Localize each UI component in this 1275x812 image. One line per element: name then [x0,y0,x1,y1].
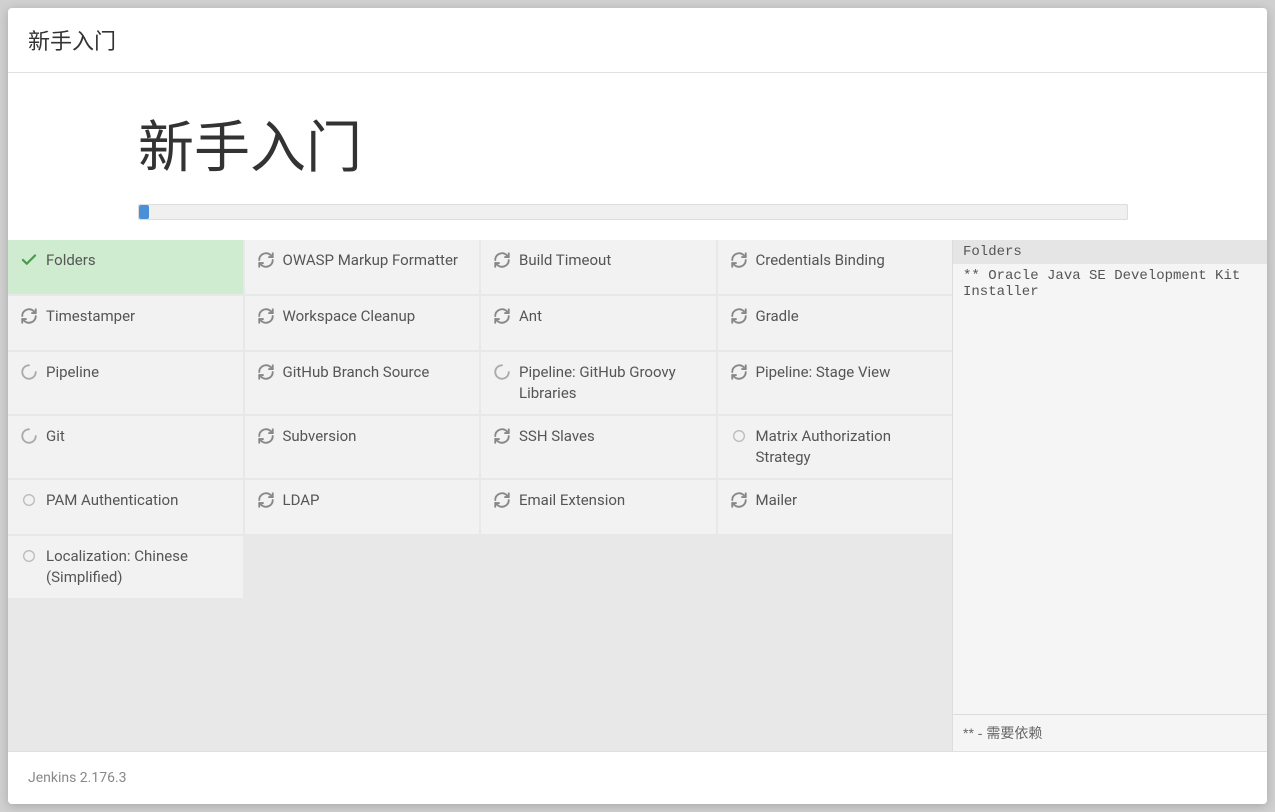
plugin-cell: LDAP [245,480,480,534]
refresh-icon [730,307,748,325]
plugin-cell: PAM Authentication [8,480,243,534]
plugin-cell: Email Extension [481,480,716,534]
install-log-panel: Folders ** Oracle Java SE Development Ki… [952,240,1267,751]
plugin-label: Git [46,426,65,447]
plugin-cell: Pipeline: Stage View [718,352,953,414]
refresh-icon [493,251,511,269]
loading-icon [493,363,511,381]
modal-footer: Jenkins 2.176.3 [8,751,1267,804]
refresh-icon [257,251,275,269]
plugin-cell: GitHub Branch Source [245,352,480,414]
plugin-label: Credentials Binding [756,250,885,271]
progress-section [8,194,1267,240]
main-grid-area: Folders OWASP Markup Formatter Build Timeo… [8,240,1267,751]
plugin-label: Gradle [756,306,799,327]
loading-icon [20,427,38,445]
plugin-cell: SSH Slaves [481,416,716,478]
plugin-label: Build Timeout [519,250,611,271]
progress-fill [139,205,149,219]
modal-title: 新手入门 [28,30,116,55]
refresh-icon [257,307,275,325]
refresh-icon [730,251,748,269]
page-title: 新手入门 [138,103,1267,184]
plugin-cell: Pipeline [8,352,243,414]
loading-icon [20,363,38,381]
plugin-label: Pipeline [46,362,99,383]
refresh-icon [493,307,511,325]
pending-icon [20,491,38,509]
plugin-cell: Gradle [718,296,953,350]
plugin-cell: Subversion [245,416,480,478]
plugin-cell: Git [8,416,243,478]
plugin-label: GitHub Branch Source [283,362,430,383]
install-log: Folders ** Oracle Java SE Development Ki… [953,240,1267,714]
plugin-label: Timestamper [46,306,135,327]
version-label: Jenkins 2.176.3 [28,770,127,786]
refresh-icon [257,491,275,509]
refresh-icon [20,307,38,325]
modal-header: 新手入门 [8,8,1267,73]
plugin-label: Email Extension [519,490,625,511]
refresh-icon [493,491,511,509]
plugin-label: Folders [46,250,96,271]
plugin-label: Pipeline: Stage View [756,362,891,383]
plugin-cell: OWASP Markup Formatter [245,240,480,294]
plugin-label: Pipeline: GitHub Groovy Libraries [519,362,704,404]
check-icon [20,251,38,269]
plugin-cell: Timestamper [8,296,243,350]
plugin-cell: Localization: Chinese (Simplified) [8,536,243,598]
refresh-icon [730,363,748,381]
plugin-cell: Ant [481,296,716,350]
plugin-cell: Folders [8,240,243,294]
plugin-label: OWASP Markup Formatter [283,250,458,271]
plugin-cell: Mailer [718,480,953,534]
plugin-cell: Credentials Binding [718,240,953,294]
refresh-icon [257,427,275,445]
plugin-label: PAM Authentication [46,490,178,511]
plugin-label: Matrix Authorization Strategy [756,426,941,468]
plugin-cell: Matrix Authorization Strategy [718,416,953,478]
plugin-label: Localization: Chinese (Simplified) [46,546,231,588]
plugin-label: Subversion [283,426,357,447]
pending-icon [730,427,748,445]
plugin-label: Ant [519,306,542,327]
content-area: 新手入门 Folders OWASP Markup Formatter Build … [8,73,1267,751]
plugin-grid: Folders OWASP Markup Formatter Build Timeo… [8,240,952,751]
title-section: 新手入门 [8,73,1267,194]
plugin-cell: Workspace Cleanup [245,296,480,350]
plugin-label: Workspace Cleanup [283,306,416,327]
pending-icon [20,547,38,565]
plugin-label: SSH Slaves [519,426,595,447]
plugin-cell: Pipeline: GitHub Groovy Libraries [481,352,716,414]
setup-wizard-modal: 新手入门 新手入门 Folders OWASP Markup Formatter B… [8,8,1267,804]
refresh-icon [730,491,748,509]
plugin-cell: Build Timeout [481,240,716,294]
refresh-icon [493,427,511,445]
refresh-icon [257,363,275,381]
plugin-label: LDAP [283,490,320,511]
install-log-legend: ** - 需要依赖 [953,714,1267,751]
progress-bar [138,204,1128,220]
plugin-label: Mailer [756,490,798,511]
install-log-current: Folders [953,240,1267,264]
install-log-detail: ** Oracle Java SE Development Kit Instal… [963,268,1257,300]
